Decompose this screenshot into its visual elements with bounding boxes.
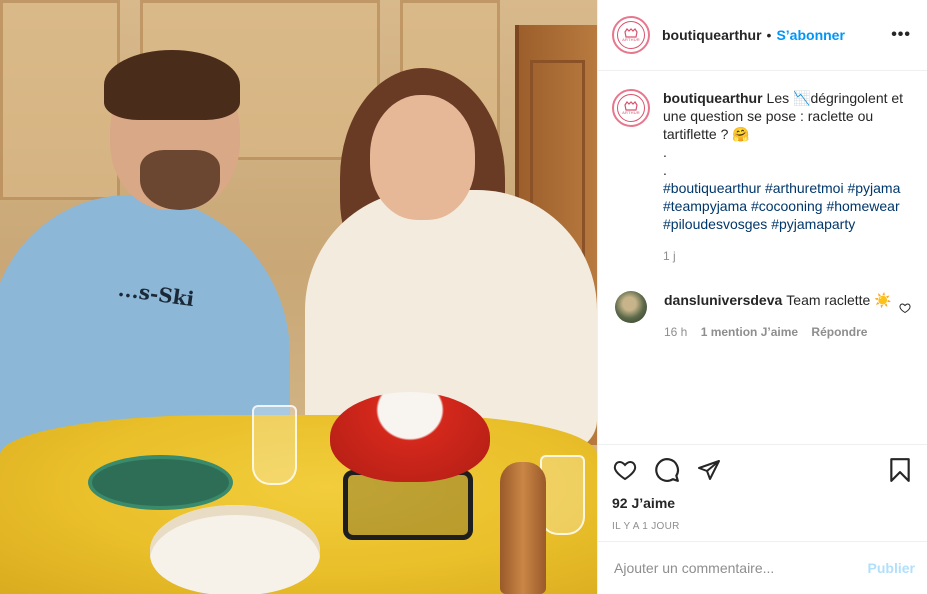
comment-username[interactable]: dansluniversdeva [664,292,782,308]
man-beard [140,150,220,210]
commenter-avatar[interactable] [615,291,647,323]
caption-entry: ARTHUR boutiquearthur Les 📉dégringolent e… [612,89,911,265]
caption-dot: . [663,144,667,160]
header-username[interactable]: boutiquearthur [662,27,762,43]
hashtag-link[interactable]: #pyjama [847,180,900,196]
arthur-logo-icon: ARTHUR [617,21,645,49]
header-separator: • [766,27,772,43]
comment-icon[interactable] [654,457,680,483]
pepper-mill [500,462,546,594]
hashtag-link[interactable]: #teampyjama [663,198,747,214]
fondue-pot [330,392,490,482]
bread-bowl [150,505,320,594]
hashtag-link[interactable]: #homewear [826,198,899,214]
post-date[interactable]: IL Y A 1 JOUR [612,521,911,532]
comment-time[interactable]: 16 h [664,325,687,339]
actions-section: 92 J’aime IL Y A 1 JOUR Ajouter un comme… [598,444,927,594]
bookmark-icon[interactable] [889,457,911,483]
comment-text: Team raclette ☀️ [786,292,892,308]
comment-heart-icon[interactable] [899,301,911,317]
comment-likes[interactable]: 1 mention J’aime [701,325,798,339]
share-icon[interactable] [696,458,722,482]
more-icon[interactable]: ••• [891,27,911,43]
comment-item: dansluniversdeva Team raclette ☀️ 16 h 1 … [612,291,911,341]
post-side-panel: ARTHUR boutiquearthur • S’abonner ••• AR… [597,0,927,594]
post-photo[interactable]: ...s-Ski [0,0,597,594]
arthur-logo-icon: ARTHUR [617,94,645,122]
post-header: ARTHUR boutiquearthur • S’abonner ••• [598,0,927,71]
hashtag-link[interactable]: #arthuretmoi [765,180,844,196]
reply-button[interactable]: Répondre [811,325,867,339]
comments-section: ARTHUR boutiquearthur Les 📉dégringolent e… [598,71,927,444]
caption-avatar[interactable]: ARTHUR [612,89,650,127]
hashtag-link[interactable]: #pyjamaparty [771,216,855,232]
like-count[interactable]: 92 J’aime [612,495,911,511]
caption-meta: 1 j [663,247,911,265]
caption-username[interactable]: boutiquearthur [663,90,763,106]
follow-button[interactable]: S’abonner [776,27,844,43]
hashtag-link[interactable]: #boutiquearthur [663,180,761,196]
caption-time[interactable]: 1 j [663,249,676,263]
caption-dot: . [663,162,667,178]
comment-body: dansluniversdeva Team raclette ☀️ 16 h 1 … [664,291,899,341]
hashtag-list: #boutiquearthur #arthuretmoi #pyjama #te… [663,179,911,233]
woman-face [370,95,475,220]
publish-button[interactable]: Publier [868,560,915,576]
account-avatar[interactable]: ARTHUR [612,16,650,54]
comment-input[interactable]: Ajouter un commentaire... [614,560,868,576]
man-hair [104,50,240,120]
green-plate [88,455,233,510]
logo-word: ARTHUR [622,110,640,115]
hashtag-link[interactable]: #cocooning [751,198,823,214]
heart-icon[interactable] [612,458,638,482]
comment-meta: 16 h 1 mention J’aime Répondre [664,323,899,341]
wall-panel [0,0,120,200]
hashtag-link[interactable]: #piloudesvosges [663,216,767,232]
action-icons [612,455,911,485]
logo-word: ARTHUR [622,37,640,42]
water-glass [540,455,585,535]
caption-text: boutiquearthur Les 📉dégringolent et une q… [663,89,911,265]
wine-glass [252,405,297,485]
add-comment-bar: Ajouter un commentaire... Publier [598,541,927,594]
instagram-post: ...s-Ski ARTHUR boutiquearthur • S’abonn… [0,0,927,594]
